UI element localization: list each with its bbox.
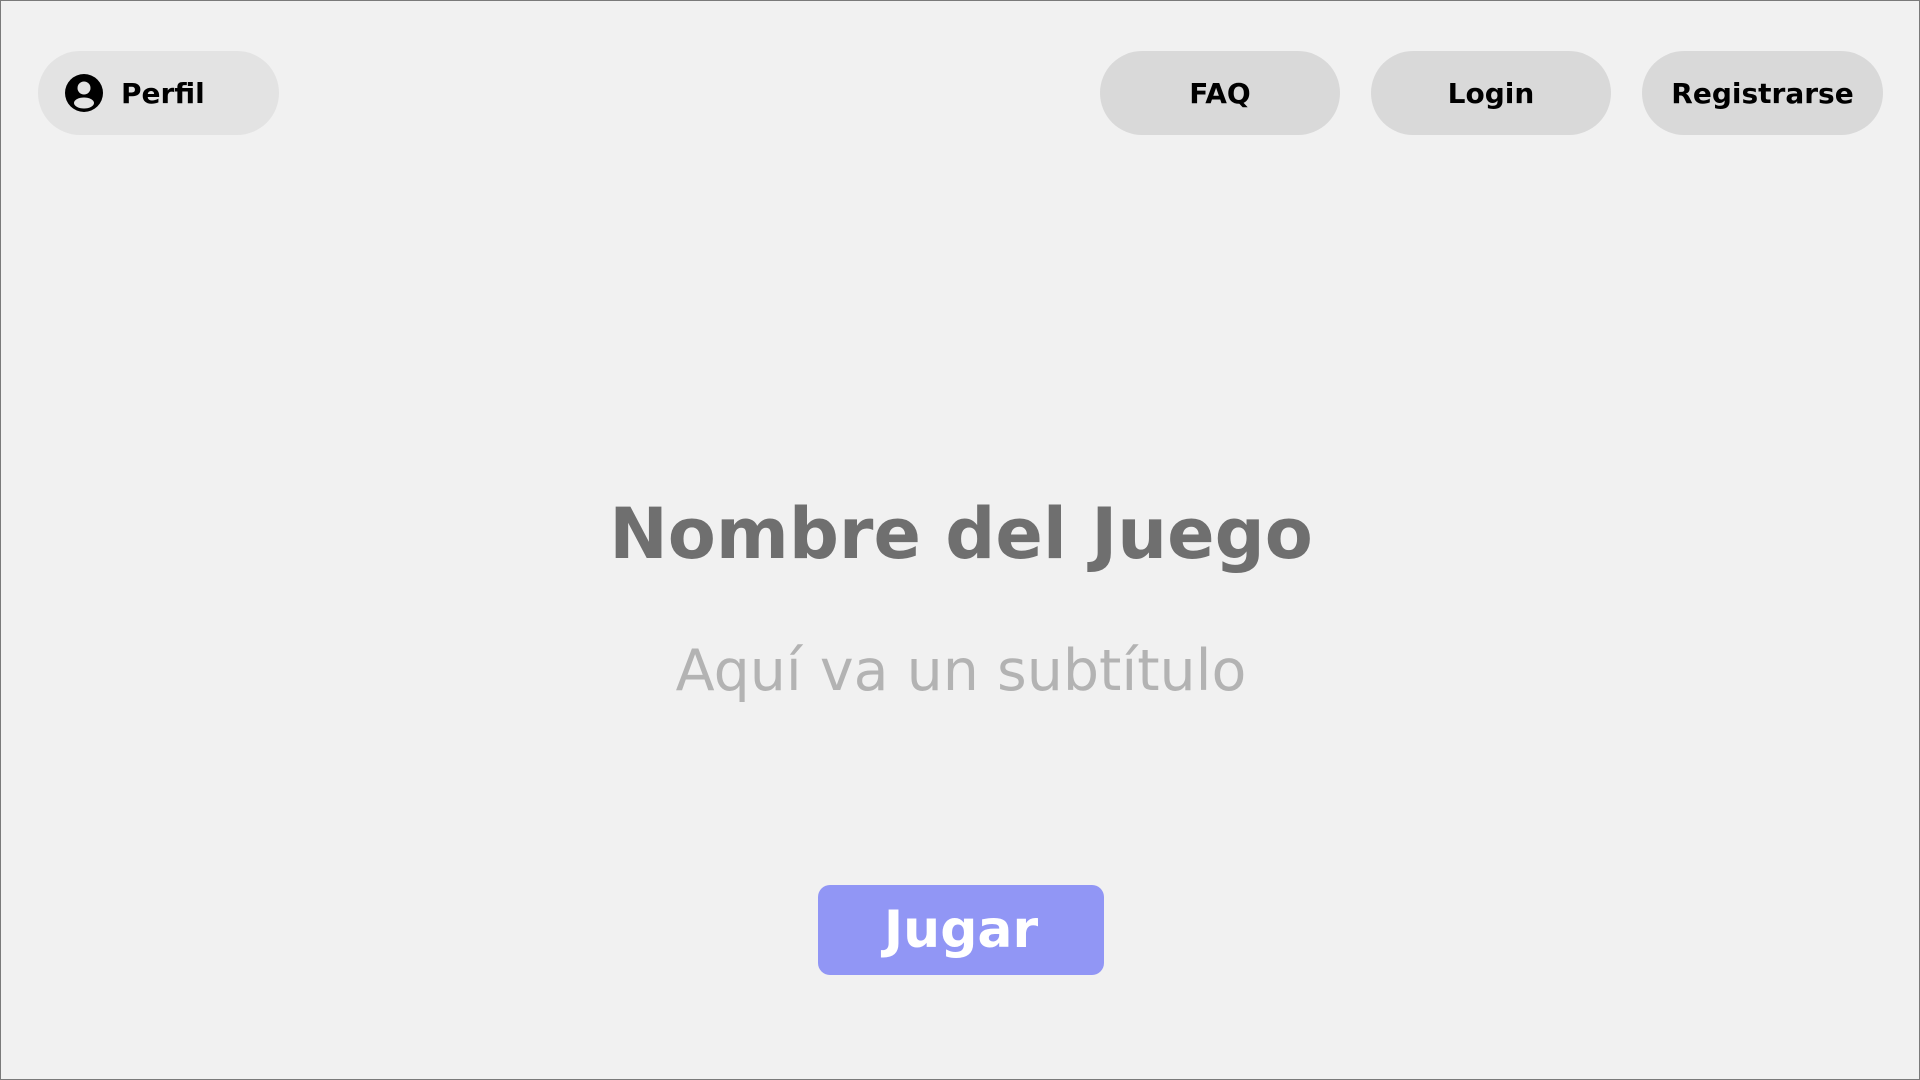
faq-label: FAQ bbox=[1189, 76, 1251, 110]
profile-label: Perfil bbox=[121, 76, 205, 110]
play-label: Jugar bbox=[883, 900, 1039, 960]
profile-button[interactable]: Perfil bbox=[38, 51, 279, 135]
user-circle-icon bbox=[64, 73, 104, 113]
play-button[interactable]: Jugar bbox=[818, 885, 1104, 975]
register-button[interactable]: Registrarse bbox=[1642, 51, 1883, 135]
login-label: Login bbox=[1447, 76, 1535, 110]
register-label: Registrarse bbox=[1671, 76, 1854, 110]
game-title: Nombre del Juego bbox=[609, 493, 1313, 575]
login-button[interactable]: Login bbox=[1371, 51, 1611, 135]
game-subtitle: Aquí va un subtítulo bbox=[675, 638, 1247, 704]
page-frame: Perfil FAQ Login Registrarse Nombre del … bbox=[0, 0, 1920, 1080]
faq-button[interactable]: FAQ bbox=[1100, 51, 1340, 135]
